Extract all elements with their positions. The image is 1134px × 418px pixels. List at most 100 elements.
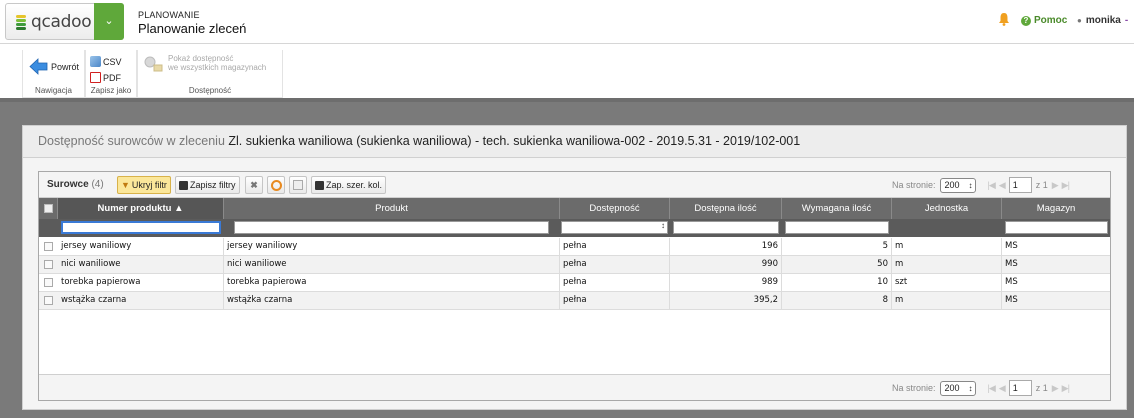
save-widths-label: Zap. szer. kol. xyxy=(326,180,383,190)
cancel-icon xyxy=(270,179,282,191)
filter-available-input[interactable] xyxy=(673,221,779,234)
bell-icon[interactable] xyxy=(998,12,1010,26)
first-page-icon[interactable]: |◀ xyxy=(988,180,996,191)
table-row[interactable]: nici waniliowe nici waniliowe pełna 990 … xyxy=(39,256,1110,274)
next-page-icon[interactable]: ▶ xyxy=(1052,180,1059,191)
pdf-label: PDF xyxy=(103,72,121,83)
help-link[interactable]: ? Pomoc xyxy=(1021,15,1067,26)
warehouse-search-icon xyxy=(144,56,163,72)
grid-rows: jersey waniliowy jersey waniliowy pełna … xyxy=(39,238,1110,310)
page-input[interactable]: 1 xyxy=(1008,380,1032,396)
column-header-product[interactable]: Produkt xyxy=(224,198,560,219)
first-page-icon[interactable]: |◀ xyxy=(988,383,996,394)
cell-number: torebka papierowa xyxy=(58,274,224,291)
back-label: Powrót xyxy=(51,61,80,72)
column-header-required-qty[interactable]: Wymagana ilość xyxy=(782,198,892,219)
pdf-icon xyxy=(90,72,101,83)
clear-filter-button[interactable]: ✖ xyxy=(245,176,263,194)
ribbon-group-label: Zapisz jako xyxy=(90,86,132,95)
csv-button[interactable]: CSV xyxy=(90,56,122,67)
main-menu-button[interactable]: ⌄ xyxy=(94,3,124,40)
per-page-label: Na stronie: xyxy=(892,180,936,190)
column-header-unit[interactable]: Jednostka xyxy=(892,198,1002,219)
columns-button[interactable] xyxy=(289,176,307,194)
next-page-icon[interactable]: ▶ xyxy=(1052,383,1059,394)
column-label: Numer produktu xyxy=(97,203,172,214)
filter-warehouse-input[interactable] xyxy=(1005,221,1108,234)
last-page-icon[interactable]: ▶| xyxy=(1062,383,1070,394)
bottom-pager: Na stronie: 200 |◀ ◀ 1 z 1 ▶ ▶| xyxy=(892,380,1070,396)
column-header-available-qty[interactable]: Dostępna ilość xyxy=(670,198,782,219)
filter-required-input[interactable] xyxy=(785,221,889,234)
row-checkbox[interactable] xyxy=(44,242,53,251)
ribbon-toolbar: Powrót Nawigacja CSV PDF Zapisz jako Pok… xyxy=(0,44,1134,102)
per-page-select[interactable]: 200 xyxy=(939,177,976,193)
filter-row xyxy=(39,219,1110,237)
save-filters-button[interactable]: Zapisz filtry xyxy=(175,176,240,194)
filter-icon: ▼ xyxy=(121,180,130,190)
row-checkbox[interactable] xyxy=(44,260,53,269)
cell-available: 989 xyxy=(670,274,782,291)
table-row[interactable]: jersey waniliowy jersey waniliowy pełna … xyxy=(39,238,1110,256)
ribbon-group-save-as: CSV PDF Zapisz jako xyxy=(85,50,137,98)
cell-unit: m xyxy=(892,292,1002,309)
panel-header: Dostępność surowców w zleceniu Zl. sukie… xyxy=(23,126,1126,158)
back-button[interactable]: Powrót xyxy=(29,58,79,75)
panel-header-label: Dostępność surowców w zleceniu xyxy=(38,134,225,148)
row-checkbox[interactable] xyxy=(44,296,53,305)
user-caret-icon: - xyxy=(1124,15,1129,26)
grid-footer: Na stronie: 200 |◀ ◀ 1 z 1 ▶ ▶| xyxy=(39,374,1110,400)
close-icon: ✖ xyxy=(250,179,258,190)
cell-unit: m xyxy=(892,238,1002,255)
cell-unit: szt xyxy=(892,274,1002,291)
page-of-label: z 1 xyxy=(1035,383,1048,393)
app-logo-box[interactable]: qcadoo ⌄ xyxy=(5,3,124,40)
cell-required: 50 xyxy=(782,256,892,273)
logo-icon xyxy=(16,15,26,30)
select-all-checkbox[interactable] xyxy=(44,204,53,213)
prev-page-icon[interactable]: ◀ xyxy=(999,180,1006,191)
cell-available: 990 xyxy=(670,256,782,273)
ribbon-group-label: Nawigacja xyxy=(35,86,72,95)
filter-product-input[interactable] xyxy=(234,221,549,234)
cell-product: torebka papierowa xyxy=(224,274,560,291)
grid-title: Surowce (4) xyxy=(47,179,104,190)
filter-number-input[interactable] xyxy=(61,221,221,234)
floppy-icon xyxy=(179,180,188,190)
cell-warehouse: MS xyxy=(1005,295,1018,305)
cell-product: nici waniliowe xyxy=(224,256,560,273)
ribbon-group-availability: Pokaż dostępność we wszystkich magazynac… xyxy=(137,50,283,98)
prev-page-icon[interactable]: ◀ xyxy=(999,383,1006,394)
cell-number: nici waniliowe xyxy=(58,256,224,273)
cell-number: wstążka czarna xyxy=(58,292,224,309)
sort-asc-icon: ▲ xyxy=(174,203,184,214)
column-header-availability[interactable]: Dostępność xyxy=(560,198,670,219)
table-row[interactable]: torebka papierowa torebka papierowa pełn… xyxy=(39,274,1110,292)
table-row[interactable]: wstążka czarna wstążka czarna pełna 395,… xyxy=(39,292,1110,310)
cell-availability: pełna xyxy=(560,238,670,255)
cancel-button[interactable] xyxy=(267,176,285,194)
csv-label: CSV xyxy=(103,56,122,67)
cell-product: wstążka czarna xyxy=(224,292,560,309)
cell-available: 196 xyxy=(670,238,782,255)
show-availability-all-warehouses-button[interactable]: Pokaż dostępność we wszystkich magazynac… xyxy=(142,54,266,74)
last-page-icon[interactable]: ▶| xyxy=(1062,180,1070,191)
cell-product: jersey waniliowy xyxy=(224,238,560,255)
grid-title-text: Surowce xyxy=(47,179,89,190)
save-column-widths-button[interactable]: Zap. szer. kol. xyxy=(311,176,387,194)
save-filters-label: Zapisz filtry xyxy=(190,180,236,190)
user-menu[interactable]: ● monika - xyxy=(1077,15,1128,26)
top-header: qcadoo ⌄ PLANOWANIE Planowanie zleceń ? … xyxy=(0,0,1134,44)
hide-filter-button[interactable]: ▼ Ukryj filtr xyxy=(117,176,171,194)
filter-availability-select[interactable] xyxy=(561,221,668,234)
per-page-select[interactable]: 200 xyxy=(939,380,976,396)
column-header-number[interactable]: Numer produktu ▲ xyxy=(58,198,224,219)
chevron-down-icon: ⌄ xyxy=(104,15,114,27)
cell-required: 10 xyxy=(782,274,892,291)
cell-number: jersey waniliowy xyxy=(58,238,224,255)
pdf-button[interactable]: PDF xyxy=(90,72,121,83)
panel-header-value: Zl. sukienka waniliowa (sukienka wanilio… xyxy=(228,134,801,148)
column-header-warehouse[interactable]: Magazyn xyxy=(1002,198,1110,219)
page-input[interactable]: 1 xyxy=(1008,177,1032,193)
row-checkbox[interactable] xyxy=(44,278,53,287)
